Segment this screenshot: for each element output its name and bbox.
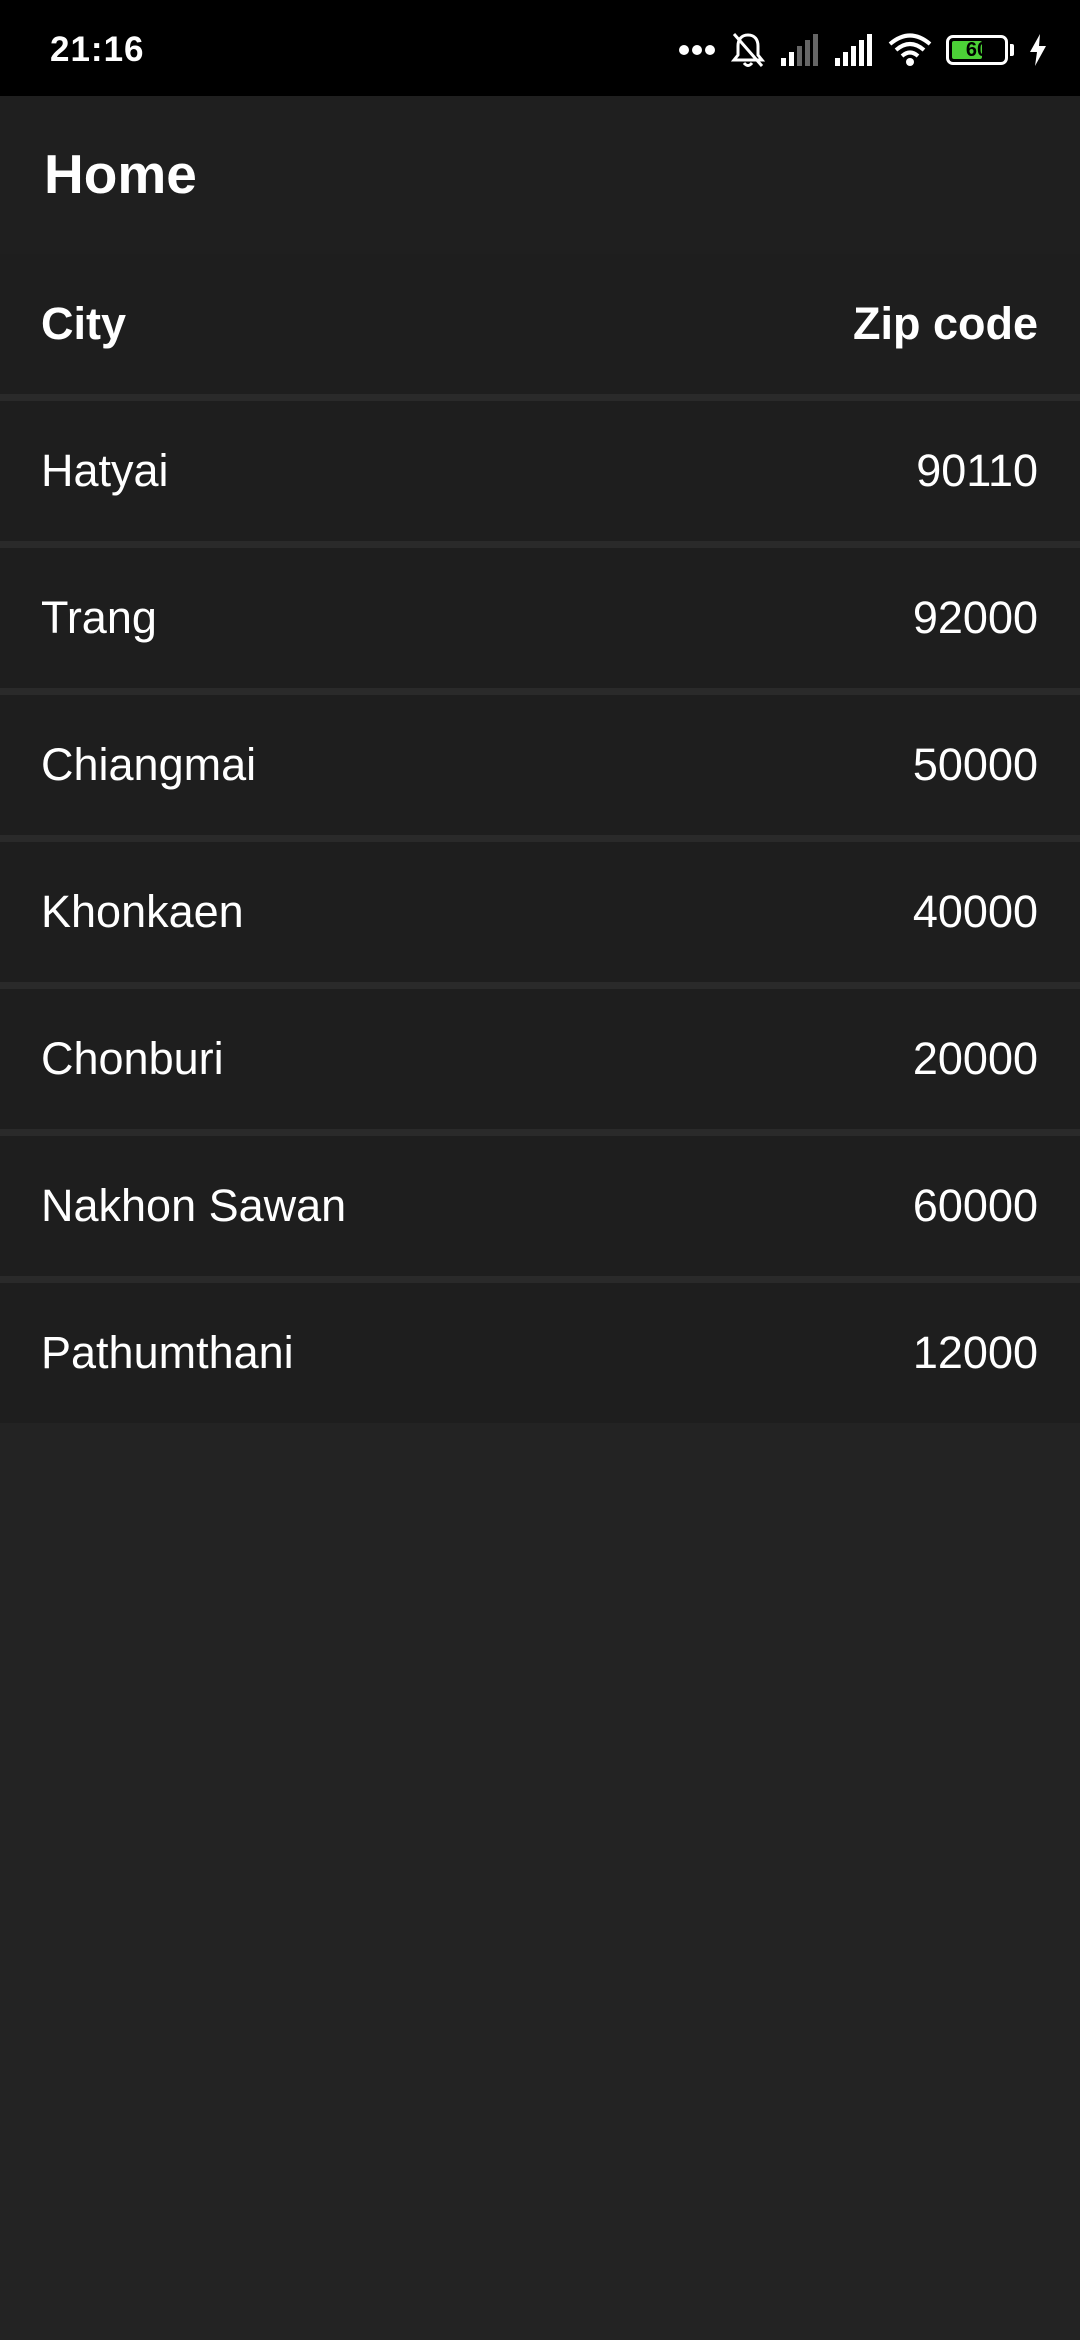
city-cell: Pathumthani xyxy=(41,1327,294,1378)
city-cell: Chonburi xyxy=(41,1033,224,1084)
zip-cell: 40000 xyxy=(912,886,1038,937)
column-header-zip: Zip code xyxy=(852,298,1038,349)
column-header-city: City xyxy=(41,298,127,349)
table-row[interactable]: Nakhon Sawan 60000 xyxy=(0,1136,1080,1283)
table-row[interactable]: Trang 92000 xyxy=(0,548,1080,695)
zip-cell: 92000 xyxy=(912,592,1038,643)
more-dots-icon xyxy=(679,45,715,55)
battery-level: 60 xyxy=(965,38,989,61)
city-cell: Khonkaen xyxy=(41,886,244,937)
signal-strong-icon xyxy=(835,34,872,66)
table-row[interactable]: Chonburi 20000 xyxy=(0,989,1080,1136)
status-time: 21:16 xyxy=(50,30,145,69)
app-bar: Home xyxy=(0,96,1080,254)
city-cell: Chiangmai xyxy=(41,739,257,790)
zip-cell: 60000 xyxy=(912,1180,1038,1231)
charging-bolt-icon xyxy=(1030,34,1046,66)
mute-bell-icon xyxy=(730,33,766,67)
status-icons: 60 xyxy=(678,28,1048,72)
status-bar: 21:16 60 xyxy=(0,0,1080,96)
zip-cell: 20000 xyxy=(912,1033,1038,1084)
city-zip-table: City Zip code Hatyai 90110 Trang 92000 C… xyxy=(0,254,1080,1423)
zip-cell: 50000 xyxy=(912,739,1038,790)
zip-cell: 12000 xyxy=(912,1327,1038,1378)
table-header-row: City Zip code xyxy=(0,254,1080,401)
city-cell: Trang xyxy=(41,592,157,643)
battery-icon: 60 xyxy=(946,35,1014,65)
page-title: Home xyxy=(44,143,197,205)
city-cell: Nakhon Sawan xyxy=(41,1180,347,1231)
wifi-icon xyxy=(888,33,932,66)
battery-tip xyxy=(1010,44,1014,56)
table-row[interactable]: Chiangmai 50000 xyxy=(0,695,1080,842)
city-cell: Hatyai xyxy=(41,445,169,496)
table-row[interactable]: Pathumthani 12000 xyxy=(0,1283,1080,1423)
zip-cell: 90110 xyxy=(916,445,1038,496)
battery-body: 60 xyxy=(946,35,1008,65)
table-row[interactable]: Khonkaen 40000 xyxy=(0,842,1080,989)
table-row[interactable]: Hatyai 90110 xyxy=(0,401,1080,548)
signal-weak-icon xyxy=(781,34,818,66)
